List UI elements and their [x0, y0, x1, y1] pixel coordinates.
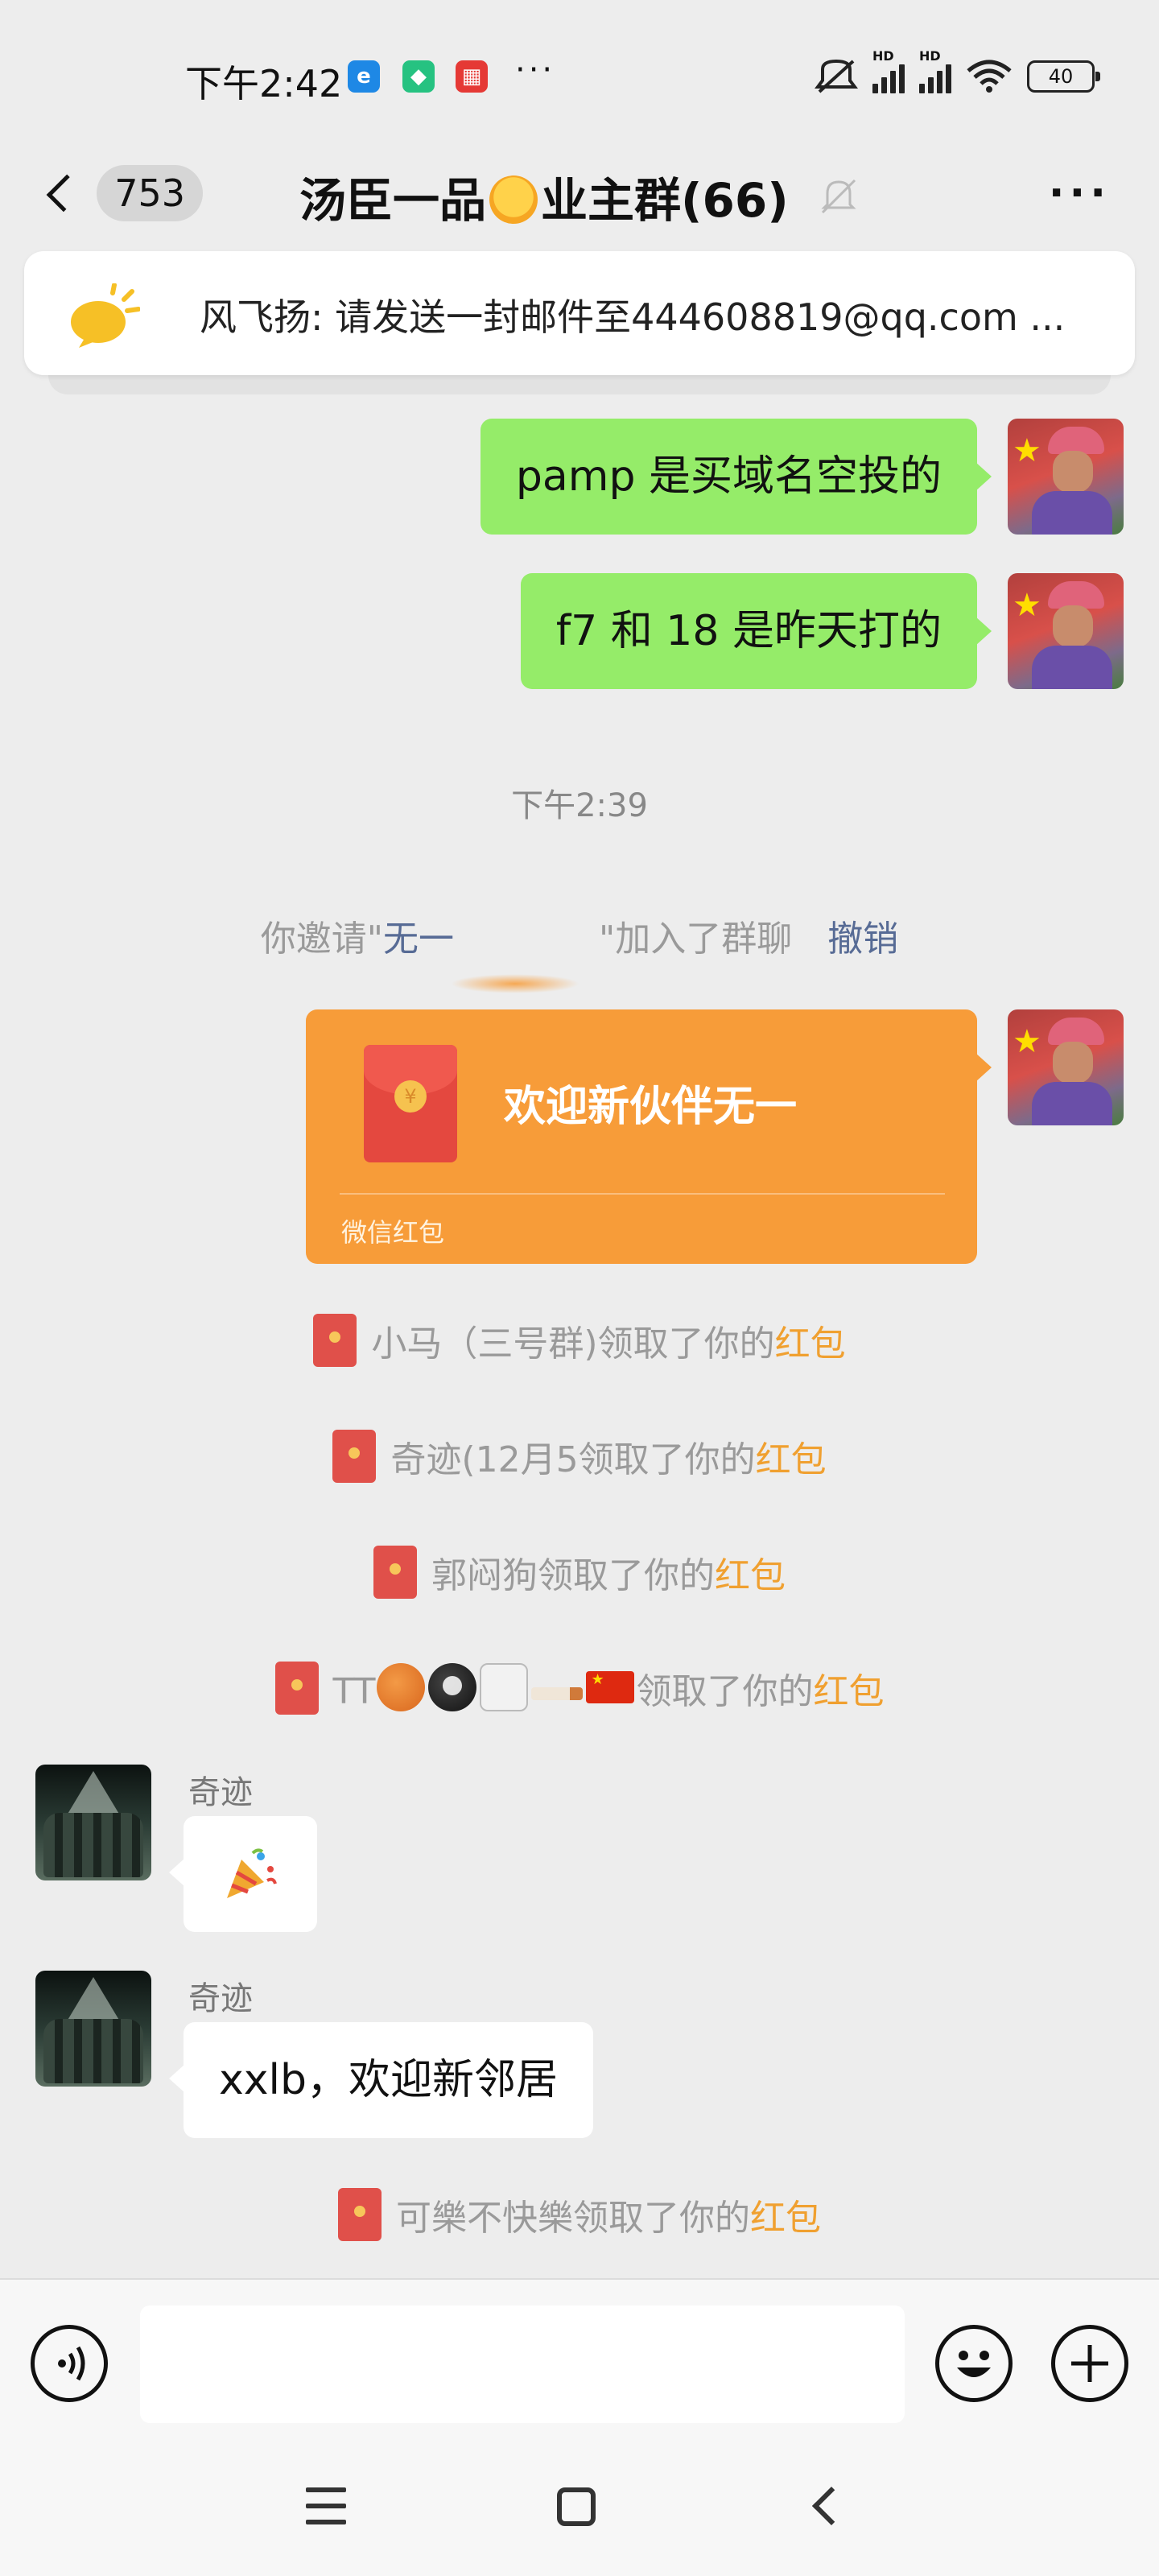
- recents-menu-button[interactable]: [306, 2487, 346, 2524]
- red-packet-label: 微信红包: [341, 1217, 445, 1248]
- invite-system-message: 你邀请"无一 "加入了群聊 撤销: [0, 910, 1159, 961]
- pinned-notice-text: 风飞扬: 请发送一封邮件至444608819@qq.com ...: [200, 295, 1066, 339]
- basketball-emoji-icon: [377, 1663, 426, 1711]
- cigarette-emoji-icon: [531, 1687, 584, 1700]
- chat-title[interactable]: 汤臣一品 业主群(66): [299, 163, 789, 230]
- signal-icon: HD: [919, 48, 951, 93]
- mute-vibrate-icon: [815, 59, 858, 93]
- chevron-left-icon: [46, 174, 85, 213]
- red-packet-claim-line: 郭闷狗领取了你的红包: [0, 1546, 1159, 1599]
- red-packet-mini-icon: [332, 1430, 377, 1483]
- wifi-icon: [967, 60, 1012, 93]
- dice-emoji-icon: [480, 1663, 529, 1711]
- sender-name: 奇迹: [188, 1980, 253, 2017]
- invited-member-link[interactable]: 无一: [383, 919, 454, 960]
- chat-title-prefix: 汤臣一品: [299, 173, 487, 228]
- battery-icon: 40: [1027, 60, 1100, 93]
- status-bar: 下午2:42 e ◆ ▦ ··· HD HD 40: [0, 0, 1159, 145]
- red-packet-title: 欢迎新伙伴无一: [504, 1083, 798, 1131]
- red-packet-link[interactable]: 红包: [715, 1555, 786, 1596]
- red-packet-link[interactable]: 红包: [775, 1323, 846, 1364]
- message-timestamp: 下午2:39: [511, 787, 648, 824]
- red-packet-claim-line: 可樂不快樂领取了你的红包: [0, 2188, 1159, 2241]
- red-packet-divider: [340, 1193, 945, 1195]
- system-nav-bar: [0, 2447, 1159, 2576]
- eight-ball-emoji-icon: [428, 1663, 477, 1711]
- red-packet-claim-line: TT领取了你的红包: [0, 1662, 1159, 1715]
- announcement-icon: [71, 283, 140, 348]
- plus-icon: [1071, 2345, 1108, 2382]
- more-options-button[interactable]: ···: [1049, 169, 1111, 217]
- browser-app-icon: e: [348, 60, 380, 93]
- red-packet-link[interactable]: 红包: [813, 1671, 884, 1712]
- undo-invite-link[interactable]: 撤销: [827, 919, 898, 960]
- red-envelope-icon: ¥: [364, 1045, 457, 1162]
- calendar-app-icon: ▦: [456, 60, 488, 93]
- voice-icon: [58, 2346, 85, 2381]
- pinned-notice[interactable]: 风飞扬: 请发送一封邮件至444608819@qq.com ...: [24, 251, 1135, 375]
- emoji-button[interactable]: [935, 2325, 1013, 2402]
- red-packet-claim-line: 奇迹(12月5领取了你的红包: [0, 1430, 1159, 1483]
- red-packet-mini-icon: [313, 1314, 357, 1367]
- smiley-icon: [957, 2351, 991, 2377]
- sender-name: 奇迹: [188, 1774, 253, 1811]
- invite-prefix: 你邀请": [260, 919, 383, 960]
- red-packet-link[interactable]: 红包: [750, 2198, 821, 2239]
- my-avatar[interactable]: ★: [1008, 419, 1124, 535]
- red-packet-link[interactable]: 红包: [756, 1439, 827, 1480]
- member-avatar[interactable]: [35, 1765, 151, 1880]
- invite-suffix: "加入了群聊: [599, 919, 793, 960]
- sun-emoji-icon: [489, 175, 538, 224]
- red-packet-claim-line: 小马（三号群)领取了你的红包: [0, 1314, 1159, 1367]
- chat-title-suffix: 业主群(66): [541, 173, 789, 228]
- signal-icon: HD: [872, 48, 905, 93]
- chat-header: 753 汤臣一品 业主群(66) ···: [0, 145, 1159, 242]
- status-overflow-icon: ···: [515, 52, 556, 89]
- member-avatar[interactable]: [35, 1971, 151, 2087]
- muted-bell-icon: [821, 179, 856, 214]
- shield-app-icon: ◆: [402, 60, 435, 93]
- china-flag-emoji-icon: [586, 1671, 635, 1703]
- red-packet-mini-icon: [338, 2188, 382, 2241]
- unread-count-badge: 753: [97, 165, 203, 221]
- message-input[interactable]: [140, 2306, 905, 2423]
- input-bar: [0, 2278, 1159, 2447]
- their-message-bubble[interactable]: xxlb，欢迎新邻居: [168, 2022, 594, 2138]
- party-popper-emoji-icon: [227, 1848, 277, 1898]
- my-avatar[interactable]: ★: [1008, 573, 1124, 689]
- voice-input-button[interactable]: [31, 2325, 108, 2402]
- system-back-button[interactable]: [811, 2486, 852, 2526]
- their-message-bubble[interactable]: [169, 1816, 317, 1932]
- status-time: 下午2:42: [185, 62, 343, 105]
- back-button[interactable]: 753: [42, 161, 203, 225]
- add-attachment-button[interactable]: [1051, 2325, 1128, 2402]
- blur-glow: [451, 974, 580, 993]
- red-packet-card[interactable]: ¥ 欢迎新伙伴无一 微信红包: [306, 1009, 992, 1264]
- red-packet-mini-icon: [274, 1662, 319, 1715]
- red-packet-mini-icon: [373, 1546, 417, 1599]
- notice-shadow: [48, 375, 1111, 394]
- my-avatar[interactable]: ★: [1008, 1009, 1124, 1125]
- my-message-bubble[interactable]: f7 和 18 是昨天打的: [520, 573, 992, 689]
- home-button[interactable]: [557, 2487, 596, 2526]
- my-message-bubble[interactable]: pamp 是买域名空投的: [480, 419, 992, 535]
